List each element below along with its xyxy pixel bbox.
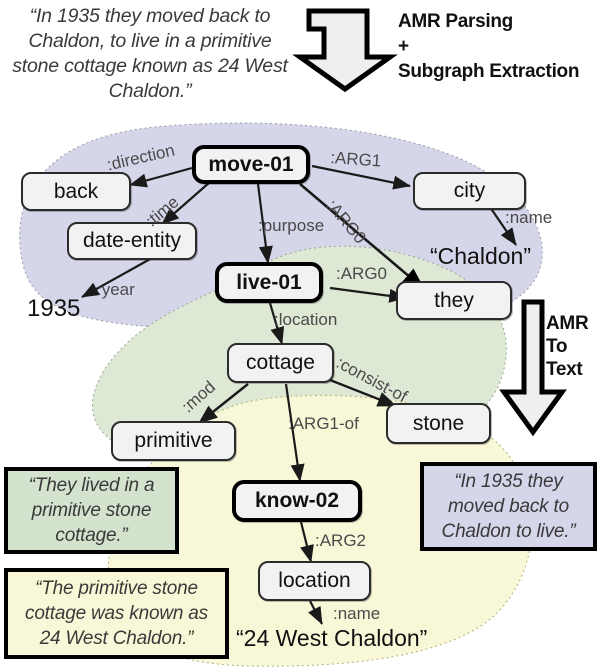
output-box-purple: “In 1935 they moved back to Chaldon to l…	[420, 462, 597, 551]
amr-to-text-caption-line2: To	[546, 336, 568, 357]
node-city[interactable]: city	[413, 172, 526, 210]
amr-to-text-caption-line1: AMR	[546, 313, 589, 334]
node-they[interactable]: they	[396, 281, 512, 320]
literal-1935: 1935	[27, 295, 81, 322]
edge-label-location: :location	[274, 310, 338, 329]
amr-parsing-caption-line2: +	[398, 36, 409, 57]
node-cottage[interactable]: cottage	[227, 343, 334, 383]
node-back[interactable]: back	[21, 172, 131, 211]
edge-label-arg0-live: :ARG0	[336, 264, 388, 283]
figure-canvas: “In 1935 they moved back to Chaldon, to …	[0, 0, 604, 668]
edge-label-arg1-of: :ARG1-of	[288, 414, 359, 433]
output-box-green: “They lived in a primitive stone cottage…	[4, 467, 179, 554]
output-box-yellow: “The primitive stone cottage was known a…	[4, 568, 229, 659]
edge-label-arg0-move: :ARG0	[322, 196, 370, 248]
edge-label-arg2: :ARG2	[315, 531, 367, 550]
amr-to-text-caption-line3: Text	[546, 359, 583, 380]
node-stone[interactable]: stone	[386, 403, 491, 444]
literal-chaldon: “Chaldon”	[430, 243, 531, 269]
edge-label-consist-of: :consist-of	[333, 353, 411, 407]
edge-label-purpose: :purpose	[258, 216, 325, 235]
edge-label-name-location: :name	[333, 604, 381, 623]
node-date-entity[interactable]: date-entity	[67, 222, 197, 260]
node-live-01[interactable]: live-01	[215, 262, 323, 303]
node-primitive[interactable]: primitive	[111, 421, 236, 461]
source-sentence: “In 1935 they moved back to Chaldon, to …	[12, 5, 288, 102]
graph-nodes-layer: “In 1935 they moved back to Chaldon, to …	[0, 0, 604, 668]
edge-label-arg1: :ARG1	[329, 148, 382, 171]
amr-to-text-caption: AMR To Text	[546, 312, 604, 381]
edge-label-name-city: :name	[505, 208, 553, 227]
edge-label-year: :year	[97, 280, 135, 299]
node-move-01[interactable]: move-01	[192, 145, 310, 184]
literal-address: “24 West Chaldon”	[236, 625, 428, 651]
amr-parsing-caption: AMR Parsing + Subgraph Extraction	[398, 9, 604, 84]
edge-label-direction: :direction	[105, 140, 177, 175]
edge-label-mod: :mod	[178, 377, 219, 417]
node-know-02[interactable]: know-02	[232, 480, 362, 522]
node-location[interactable]: location	[258, 561, 371, 601]
amr-parsing-caption-line3: Subgraph Extraction	[398, 61, 580, 82]
amr-parsing-caption-line1: AMR Parsing	[398, 11, 513, 32]
